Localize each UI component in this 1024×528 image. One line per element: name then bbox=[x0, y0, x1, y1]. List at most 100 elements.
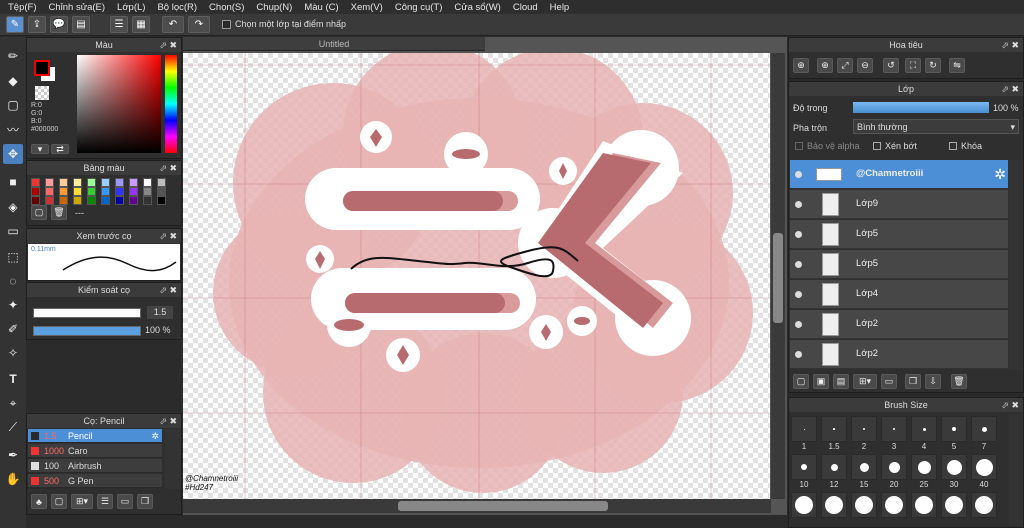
select-pen-icon[interactable]: ✐ bbox=[3, 319, 23, 339]
primary-color-swatch[interactable] bbox=[34, 60, 50, 76]
menu-edit[interactable]: Chỉnh sửa(E) bbox=[43, 2, 112, 13]
draw-mode-icon[interactable]: ✎ bbox=[6, 16, 24, 33]
palette-swatch[interactable] bbox=[115, 178, 124, 187]
close-icon[interactable]: ✖ bbox=[1011, 398, 1019, 412]
palette-swatch[interactable] bbox=[157, 178, 166, 187]
expand-icon[interactable]: ⬀ bbox=[1001, 38, 1009, 52]
layer-opacity-slider[interactable] bbox=[853, 102, 989, 113]
brush-size-option[interactable] bbox=[911, 416, 937, 442]
palette-swatch[interactable] bbox=[101, 187, 110, 196]
expand-icon[interactable]: ⬀ bbox=[159, 38, 167, 52]
brush-size-option[interactable] bbox=[821, 492, 847, 518]
brush-item-caro[interactable]: 1000 Caro bbox=[28, 444, 162, 458]
eye-icon[interactable] bbox=[795, 291, 802, 298]
palette-swatch[interactable] bbox=[31, 178, 40, 187]
zoom-in-icon[interactable]: ⊕ bbox=[793, 58, 809, 73]
rotate-right-icon[interactable]: ↻ bbox=[925, 58, 941, 73]
brush-size-option[interactable] bbox=[881, 492, 907, 518]
list-icon[interactable]: ☰ bbox=[110, 16, 128, 33]
menu-view[interactable]: Xem(V) bbox=[345, 2, 389, 13]
palette-swatch[interactable] bbox=[87, 196, 96, 205]
flip-icon[interactable]: ⇋ bbox=[949, 58, 965, 73]
menu-color[interactable]: Màu (C) bbox=[298, 2, 344, 13]
palette-swatch[interactable] bbox=[45, 178, 54, 187]
new-layer-icon[interactable]: ▢ bbox=[793, 374, 809, 389]
brush-size-option[interactable] bbox=[941, 416, 967, 442]
brush-item-pencil[interactable]: 1.5 Pencil ✲ bbox=[28, 429, 162, 443]
layer-row-4[interactable]: Lớp4 bbox=[790, 280, 1008, 309]
palette-swatch[interactable] bbox=[59, 196, 68, 205]
brush-size-option[interactable] bbox=[821, 454, 847, 480]
close-icon[interactable]: ✖ bbox=[169, 38, 177, 52]
palette-swatch[interactable] bbox=[157, 196, 166, 205]
hue-slider[interactable] bbox=[165, 55, 177, 153]
brush-size-option[interactable] bbox=[971, 492, 997, 518]
saturation-value-picker[interactable] bbox=[77, 55, 161, 153]
palette-swatch[interactable] bbox=[143, 196, 152, 205]
palette-swatch[interactable] bbox=[129, 196, 138, 205]
grid-icon[interactable]: ▦ bbox=[132, 16, 150, 33]
layer-folder-icon[interactable]: ▭ bbox=[881, 374, 897, 389]
layer-row-2[interactable]: Lớp5 bbox=[790, 220, 1008, 249]
rect-select-icon[interactable]: ▢ bbox=[3, 95, 23, 115]
vertical-scroll-thumb[interactable] bbox=[773, 233, 783, 323]
brush-size-option[interactable] bbox=[911, 454, 937, 480]
brush-opacity-slider[interactable] bbox=[33, 326, 141, 336]
rotate-left-icon[interactable]: ↺ bbox=[883, 58, 899, 73]
brush-size-option[interactable] bbox=[791, 454, 817, 480]
brush-size-option[interactable] bbox=[851, 416, 877, 442]
export-icon[interactable]: ⇪ bbox=[28, 16, 46, 33]
new-layer-3-icon[interactable]: ▤ bbox=[833, 374, 849, 389]
brush-size-option[interactable] bbox=[911, 492, 937, 518]
gear-icon[interactable]: ✲ bbox=[994, 166, 1006, 183]
expand-icon[interactable]: ⬀ bbox=[159, 414, 167, 428]
eyedropper-tool-icon[interactable]: ⟋ bbox=[3, 417, 23, 437]
palette-swatch[interactable] bbox=[101, 178, 110, 187]
menu-help[interactable]: Help bbox=[544, 2, 576, 13]
palette-swatch[interactable] bbox=[73, 187, 82, 196]
palette-swatch[interactable] bbox=[73, 196, 82, 205]
brush-item-gpen[interactable]: 500 G Pen bbox=[28, 474, 162, 488]
new-brush-icon[interactable]: ▢ bbox=[51, 494, 67, 509]
pen-tool-icon[interactable]: ✏ bbox=[3, 46, 23, 66]
bucket-tool-icon[interactable]: ◈ bbox=[3, 197, 23, 217]
dropper-tool-icon[interactable]: ✒ bbox=[3, 445, 23, 465]
zoom-out-icon[interactable]: ⊖ bbox=[857, 58, 873, 73]
eraser-tool-icon[interactable]: ◆ bbox=[3, 71, 23, 91]
add-brush-icon[interactable]: ⊞▾ bbox=[71, 494, 93, 509]
move-tool-icon[interactable]: ✥ bbox=[3, 144, 23, 164]
layer-row-5[interactable]: Lớp2 bbox=[790, 310, 1008, 339]
eye-icon[interactable] bbox=[795, 201, 802, 208]
brush-list-icon[interactable]: ☰ bbox=[97, 494, 113, 509]
close-icon[interactable]: ✖ bbox=[1011, 82, 1019, 96]
text-tool-icon[interactable]: T bbox=[3, 369, 23, 389]
divide-tool-icon[interactable]: ⌖ bbox=[3, 393, 23, 413]
brush-size-option[interactable] bbox=[851, 454, 877, 480]
brush-size-option[interactable] bbox=[881, 454, 907, 480]
palette-swatch[interactable] bbox=[101, 196, 110, 205]
new-palette-icon[interactable]: ▢ bbox=[31, 205, 47, 220]
transparent-swatch[interactable] bbox=[35, 86, 49, 100]
palette-swatch[interactable] bbox=[87, 187, 96, 196]
palette-swatch[interactable] bbox=[59, 178, 68, 187]
menu-select[interactable]: Chọn(S) bbox=[203, 2, 250, 13]
expand-icon[interactable]: ⬀ bbox=[159, 283, 167, 297]
horizontal-scrollbar[interactable] bbox=[183, 499, 771, 513]
hand-tool-icon[interactable]: ✋ bbox=[3, 469, 23, 489]
eye-icon[interactable] bbox=[795, 321, 802, 328]
palette-swatch[interactable] bbox=[129, 178, 138, 187]
menu-tools[interactable]: Công cụ(T) bbox=[389, 2, 449, 13]
close-icon[interactable]: ✖ bbox=[169, 229, 177, 243]
layer-scrollbar[interactable] bbox=[1009, 160, 1023, 370]
palette-swatch[interactable] bbox=[129, 187, 138, 196]
palette-swatch[interactable] bbox=[157, 187, 166, 196]
redo-button[interactable]: ↷ bbox=[188, 16, 210, 33]
brush-copy-icon[interactable]: ❐ bbox=[137, 494, 153, 509]
expand-icon[interactable]: ⬀ bbox=[159, 229, 167, 243]
brush-size-value[interactable]: 1.5 bbox=[147, 306, 173, 319]
new-layer-2-icon[interactable]: ▣ bbox=[813, 374, 829, 389]
brush-list-scrollbar[interactable] bbox=[165, 429, 181, 489]
gear-icon[interactable]: ✲ bbox=[151, 429, 159, 443]
undo-button[interactable]: ↶ bbox=[162, 16, 184, 33]
menu-capture[interactable]: Chụp(N) bbox=[250, 2, 298, 13]
